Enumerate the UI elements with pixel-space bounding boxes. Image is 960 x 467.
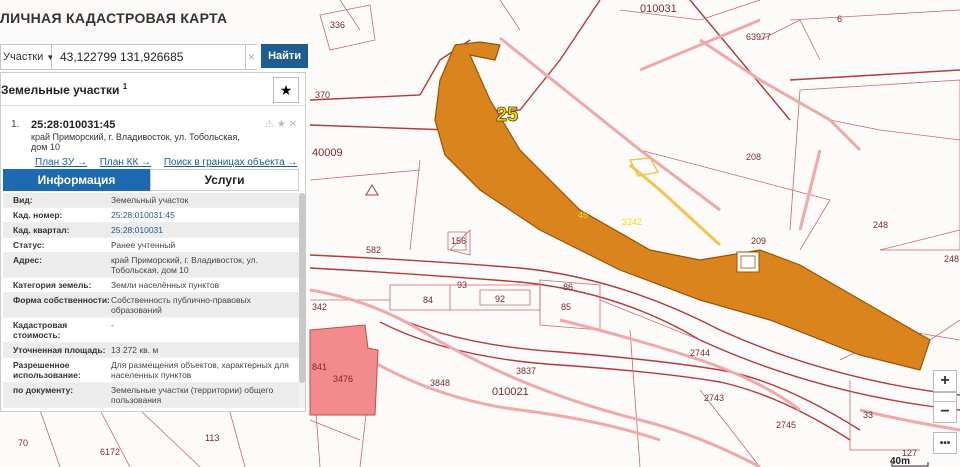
table-row: Статус: Ранее учтенный <box>3 238 299 253</box>
search-input[interactable] <box>52 44 246 70</box>
tab-info[interactable]: Информация <box>3 169 150 191</box>
panel-scrollbar[interactable] <box>299 193 305 408</box>
table-row: Форма собственности: Собственность публич… <box>3 293 299 318</box>
table-row: Вид: Земельный участок <box>3 193 299 208</box>
result-address: край Приморский, г. Владивосток, ул. Тоб… <box>31 132 240 152</box>
results-panel: Земельные участки 1 ★ 1. 25:28:010031:45… <box>0 72 306 412</box>
cad-number-link[interactable]: 25:28:010031:45 <box>111 210 291 220</box>
label-63977: 63977 <box>746 32 771 42</box>
label-2745: 2745 <box>776 420 796 430</box>
table-row: Уточненная площадь: 13 272 кв. м <box>3 343 299 358</box>
label-3476: 3476 <box>333 374 353 384</box>
label-248-b: 248 <box>944 254 959 264</box>
search-type-select[interactable]: Участки ▼ <box>0 44 54 70</box>
label-86: 86 <box>563 282 573 292</box>
label-25: 25 <box>496 104 518 126</box>
label-3242: 3242 <box>622 217 642 227</box>
panel-header: Земельные участки 1 ★ <box>1 73 305 106</box>
label-248-a: 248 <box>873 220 888 230</box>
label-70: 70 <box>18 438 28 448</box>
result-cad-number: 25:28:010031:45 <box>31 119 116 131</box>
table-row: Адрес: край Приморский, г. Владивосток, у… <box>3 253 299 278</box>
app-title: ЛИЧНАЯ КАДАСТРОВАЯ КАРТА <box>0 10 228 26</box>
label-3837: 3837 <box>516 366 536 376</box>
label-33: 33 <box>863 410 873 420</box>
search-in-bounds-link[interactable]: Поиск в границах объекта → <box>164 157 298 168</box>
plan-zu-link[interactable]: План ЗУ → <box>35 157 87 168</box>
label-336: 336 <box>330 20 345 30</box>
result-links: План ЗУ → План КК → Поиск в границах объ… <box>35 157 305 168</box>
table-row: Кад. квартал: 25:28:010031 <box>3 223 299 238</box>
label-209: 209 <box>751 236 766 246</box>
attributes-table: Вид: Земельный участок Кад. номер: 25:28:0… <box>3 193 299 408</box>
plan-kk-link[interactable]: План КК → <box>100 157 151 168</box>
search-bar: Участки ▼ × Найти <box>0 44 308 70</box>
scale-label: 40m <box>890 456 911 467</box>
label-6: 6 <box>837 14 842 24</box>
table-row: Кадастровая стоимость: - <box>3 318 299 343</box>
label-370: 370 <box>315 90 330 100</box>
label-6172: 6172 <box>100 447 120 457</box>
clear-icon[interactable]: × <box>245 44 258 70</box>
options-icon[interactable]: ••• <box>933 432 957 454</box>
label-156: 156 <box>451 236 466 246</box>
label-3848: 3848 <box>430 378 450 388</box>
table-row: Кад. номер: 25:28:010031:45 <box>3 208 299 223</box>
label-92: 92 <box>495 294 505 304</box>
label-208: 208 <box>746 152 761 162</box>
warning-icon[interactable]: ⚠ ★ ✕ <box>265 119 297 130</box>
label-block-40009: 40009 <box>312 147 343 159</box>
label-93: 93 <box>457 280 467 290</box>
panel-tabs: Информация Услуги <box>3 169 299 191</box>
label-342: 342 <box>312 302 327 312</box>
result-index: 1. <box>11 119 20 130</box>
label-85: 85 <box>561 302 571 312</box>
label-block-010031: 010031 <box>640 3 677 15</box>
zoom-out-button[interactable]: − <box>933 401 957 423</box>
star-icon[interactable]: ★ <box>273 77 299 103</box>
table-row: Категория земель: Земли населённых пункто… <box>3 278 299 293</box>
tab-services[interactable]: Услуги <box>150 169 299 191</box>
label-2744: 2744 <box>690 348 710 358</box>
label-84: 84 <box>423 295 433 305</box>
label-582: 582 <box>366 245 381 255</box>
table-row: по документу: Земельные участки (территор… <box>3 383 299 408</box>
zoom-in-button[interactable]: + <box>933 370 957 392</box>
cad-quarter-link[interactable]: 25:28:010031 <box>111 225 291 235</box>
label-2743: 2743 <box>704 393 724 403</box>
label-45: 45 <box>578 210 588 220</box>
search-type-label: Участки <box>3 51 44 63</box>
search-button[interactable]: Найти <box>261 44 308 68</box>
table-row: Разрешенное использование: Для размещения… <box>3 358 299 383</box>
label-841: 841 <box>312 362 327 372</box>
label-113: 113 <box>205 433 219 443</box>
label-block-010021: 010021 <box>492 386 529 398</box>
panel-title: Земельные участки 1 <box>1 81 128 97</box>
